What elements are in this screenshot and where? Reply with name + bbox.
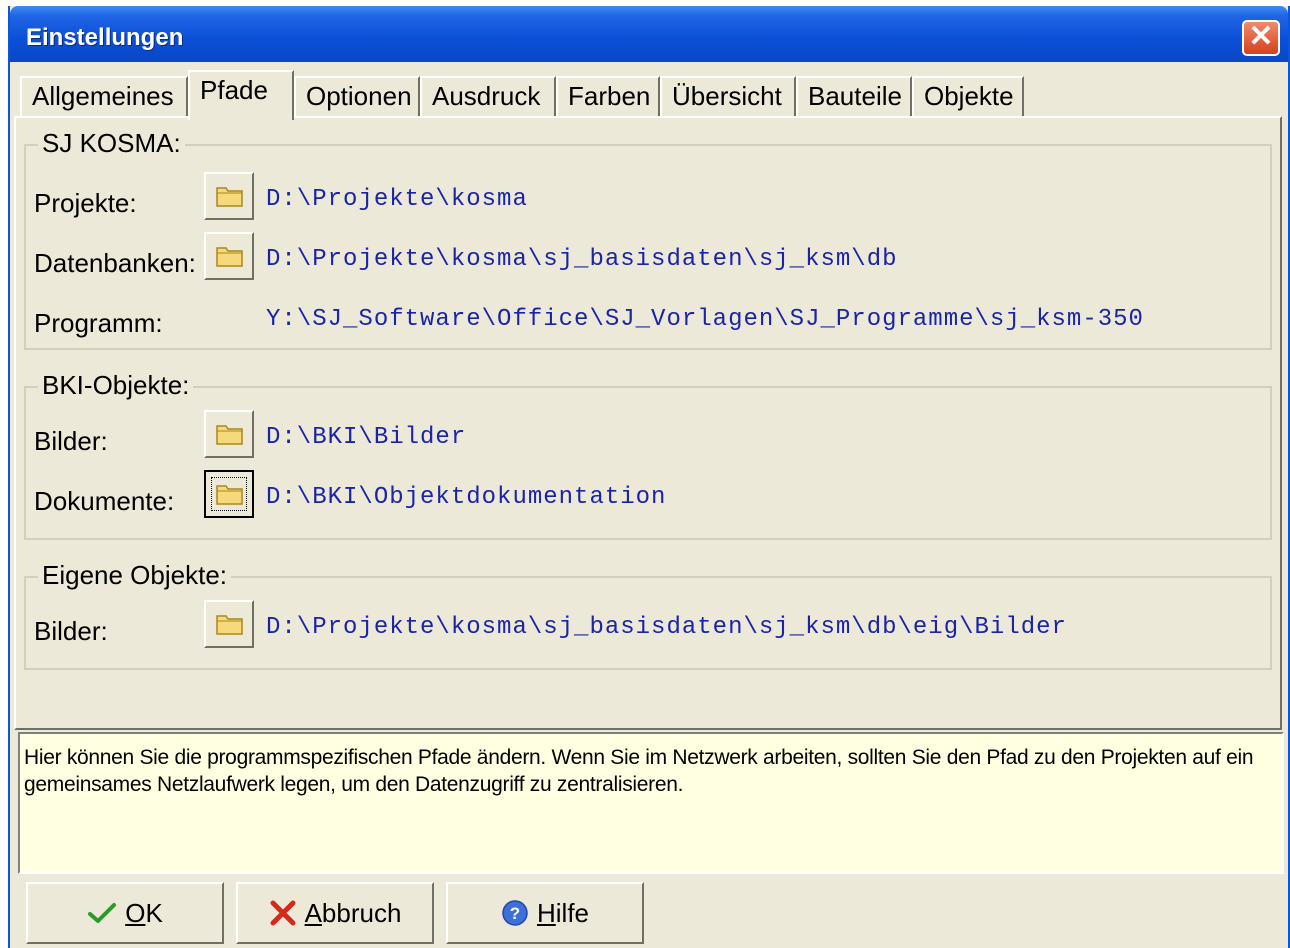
folder-icon xyxy=(216,187,243,207)
tab-ausdruck[interactable]: Ausdruck xyxy=(420,76,556,116)
browse-projekte-button[interactable] xyxy=(204,172,254,220)
checkmark-icon xyxy=(88,903,117,923)
cancel-label: Abbruch xyxy=(304,897,402,928)
tab-optionen[interactable]: Optionen xyxy=(294,76,420,116)
title-bar[interactable]: Einstellungen ✕ xyxy=(10,6,1288,62)
settings-window: Einstellungen ✕ Allgemeines Pfade Option… xyxy=(8,6,1290,948)
svg-text:?: ? xyxy=(510,904,520,923)
close-button[interactable]: ✕ xyxy=(1242,20,1280,56)
help-button[interactable]: ? Hilfe xyxy=(446,882,644,944)
folder-icon xyxy=(216,247,243,267)
label-projekte: Projekte: xyxy=(34,188,137,218)
ok-label: OK xyxy=(125,897,163,928)
path-eigene-bilder: D:\Projekte\kosma\sj_basisdaten\sj_ksm\d… xyxy=(266,614,1067,641)
path-dokumente: D:\BKI\Objektdokumentation xyxy=(266,484,667,511)
group-sj-kosma: SJ KOSMA: Projekte: D:\Projekte\kosma Da… xyxy=(24,128,1272,350)
help-icon: ? xyxy=(502,900,528,926)
group-title-bki-objekte: BKI-Objekte: xyxy=(38,370,194,401)
close-icon: ✕ xyxy=(1248,20,1274,53)
folder-icon xyxy=(216,615,243,635)
tab-allgemeines[interactable]: Allgemeines xyxy=(20,76,188,116)
browse-bki-bilder-button[interactable] xyxy=(204,410,254,458)
group-title-eigene-objekte: Eigene Objekte: xyxy=(38,560,232,591)
browse-datenbanken-button[interactable] xyxy=(204,232,254,280)
group-eigene-objekte: Eigene Objekte: Bilder: D:\Projekte\kosm… xyxy=(24,560,1272,670)
ok-button[interactable]: OK xyxy=(26,882,224,944)
info-text-box: Hier können Sie die programmspezifischen… xyxy=(18,732,1284,874)
folder-icon xyxy=(216,485,243,505)
tab-uebersicht[interactable]: Übersicht xyxy=(660,76,796,116)
group-title-sj-kosma: SJ KOSMA: xyxy=(38,128,185,159)
red-x-icon xyxy=(270,900,296,926)
window-title: Einstellungen xyxy=(26,24,184,51)
label-dokumente: Dokumente: xyxy=(34,486,175,516)
path-bki-bilder: D:\BKI\Bilder xyxy=(266,424,467,451)
browse-eigene-bilder-button[interactable] xyxy=(204,600,254,648)
tab-strip: Allgemeines Pfade Optionen Ausdruck Farb… xyxy=(16,70,1288,120)
group-bki-objekte: BKI-Objekte: Bilder: D:\BKI\Bilder Dokum… xyxy=(24,370,1272,540)
label-programm: Programm: xyxy=(34,308,163,338)
tab-pfade[interactable]: Pfade xyxy=(188,70,294,120)
tab-bauteile[interactable]: Bauteile xyxy=(796,76,912,116)
folder-icon xyxy=(216,425,243,445)
tab-objekte[interactable]: Objekte xyxy=(912,76,1024,116)
cancel-button[interactable]: Abbruch xyxy=(236,882,434,944)
path-projekte: D:\Projekte\kosma xyxy=(266,186,528,213)
label-bki-bilder: Bilder: xyxy=(34,426,108,456)
browse-dokumente-button[interactable] xyxy=(204,470,254,518)
label-datenbanken: Datenbanken: xyxy=(34,248,196,278)
path-datenbanken: D:\Projekte\kosma\sj_basisdaten\sj_ksm\d… xyxy=(266,246,898,273)
label-eigene-bilder: Bilder: xyxy=(34,616,108,646)
tab-page-pfade: SJ KOSMA: Projekte: D:\Projekte\kosma Da… xyxy=(14,116,1282,730)
path-programm: Y:\SJ_Software\Office\SJ_Vorlagen\SJ_Pro… xyxy=(266,306,1144,333)
help-label: Hilfe xyxy=(536,897,590,928)
tab-farben[interactable]: Farben xyxy=(556,76,660,116)
